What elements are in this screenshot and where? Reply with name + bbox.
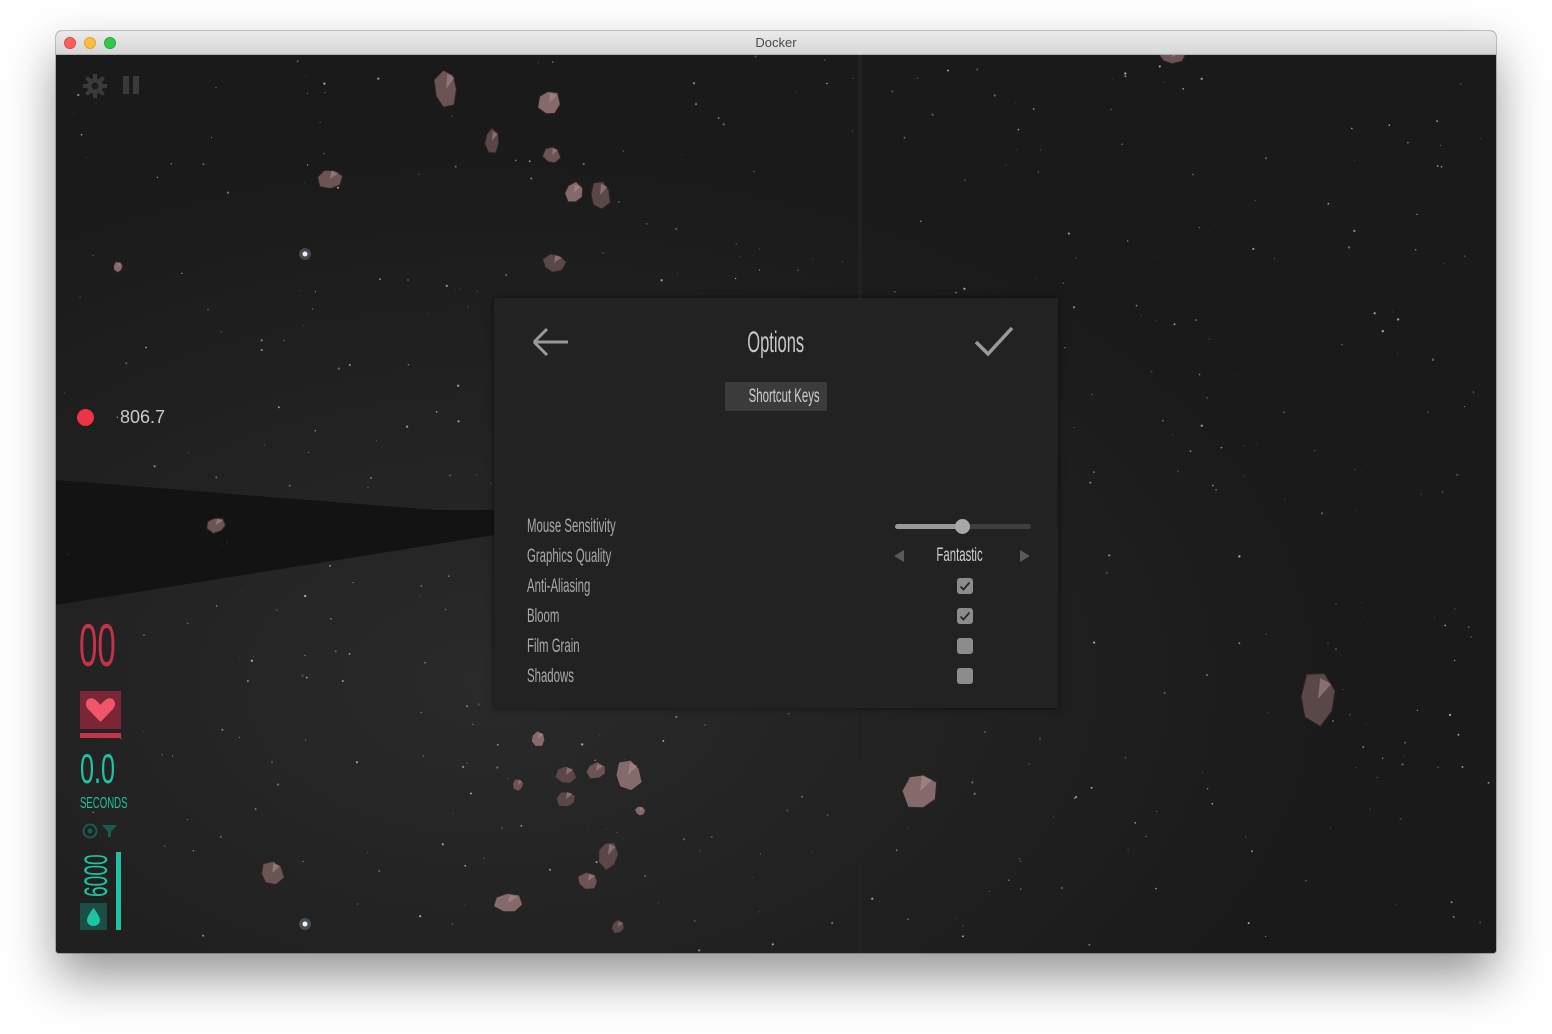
filter-icon [102, 825, 117, 837]
film-grain-label: Film Grain [527, 636, 580, 657]
mouse-sensitivity-slider[interactable] [895, 519, 1031, 534]
record-value: 806.7 [120, 407, 166, 427]
checkmark-icon[interactable] [972, 324, 1016, 360]
mouse-sensitivity-label: Mouse Sensitivity [527, 516, 616, 537]
anti-aliasing-label: Anti-Aliasing [527, 576, 591, 597]
shadows-label: Shadows [527, 666, 574, 687]
slider-fill [895, 524, 963, 529]
score-counter: 00 [79, 612, 116, 679]
film-grain-checkbox[interactable] [957, 638, 973, 654]
settings-gear-icon[interactable] [82, 73, 108, 99]
app-window: Docker 806.7 00 0.0 SECONDS 6000 Options… [56, 31, 1496, 953]
shortcut-keys-button[interactable]: Shortcut Keys [725, 382, 827, 411]
bloom-checkbox[interactable] [957, 608, 973, 624]
droplet-icon [87, 908, 100, 926]
timer-unit: SECONDS [80, 795, 128, 812]
target-icon [82, 823, 98, 839]
graphics-quality-value: Fantastic [936, 545, 984, 566]
heart-icon [85, 698, 116, 722]
slider-thumb[interactable] [955, 519, 970, 534]
record-indicator [77, 409, 94, 426]
health-box [80, 691, 121, 729]
fuel-value: 6000 [78, 854, 114, 897]
hud-mode-icons [82, 823, 117, 839]
options-dialog: Options Shortcut Keys Mouse Sensitivity … [494, 298, 1058, 708]
quality-next-arrow-icon[interactable] [1018, 549, 1032, 563]
quality-prev-arrow-icon[interactable] [892, 549, 906, 563]
game-viewport[interactable]: 806.7 00 0.0 SECONDS 6000 Options Shortc… [56, 55, 1496, 953]
title-bar: Docker [56, 31, 1496, 55]
timer-value: 0.0 [80, 745, 116, 792]
anti-aliasing-checkbox[interactable] [957, 578, 973, 594]
shadows-checkbox[interactable] [957, 668, 973, 684]
fuel-bar [116, 852, 121, 930]
fuel-box [80, 903, 107, 930]
window-title: Docker [755, 35, 797, 50]
pause-icon[interactable] [122, 75, 142, 97]
health-bar [80, 733, 121, 738]
bloom-label: Bloom [527, 606, 560, 627]
graphics-quality-label: Graphics Quality [527, 546, 612, 567]
